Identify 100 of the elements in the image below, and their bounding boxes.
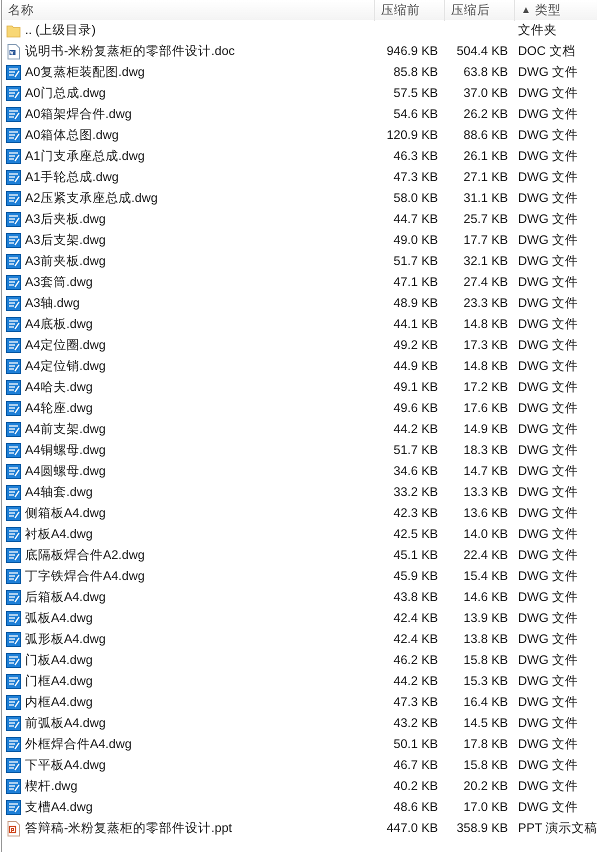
file-name[interactable]: A3前夹板.dwg xyxy=(25,252,106,270)
file-name[interactable]: A4铜螺母.dwg xyxy=(25,440,106,460)
file-name[interactable]: A0箱体总图.dwg xyxy=(25,126,119,144)
file-name[interactable]: A3套筒.dwg xyxy=(25,272,93,292)
size-after: 27.4 KB xyxy=(464,274,508,289)
file-type: PPT 演示文稿 xyxy=(518,820,597,835)
size-before: 42.4 KB xyxy=(394,632,438,646)
file-name[interactable]: A3后支架.dwg xyxy=(25,230,106,250)
file-name[interactable]: A4底板.dwg xyxy=(25,314,93,334)
drawing-file-icon xyxy=(5,252,22,270)
drawing-file-icon xyxy=(5,232,22,248)
drawing-file-icon xyxy=(5,526,22,542)
size-after: 17.7 KB xyxy=(464,232,508,247)
size-before: 85.8 KB xyxy=(394,64,438,79)
file-type: DWG 文件 xyxy=(518,568,578,583)
file-type: DWG 文件 xyxy=(518,64,578,79)
file-name[interactable]: A0门总成.dwg xyxy=(25,84,106,102)
file-name[interactable]: 下平板A4.dwg xyxy=(25,756,106,774)
size-before: 51.7 KB xyxy=(394,254,438,268)
file-name[interactable]: A0箱架焊合件.dwg xyxy=(25,104,132,124)
file-name[interactable]: A4轴套.dwg xyxy=(25,482,93,502)
file-name[interactable]: A2压紧支承座总成.dwg xyxy=(25,188,158,208)
size-after: 14.5 KB xyxy=(464,716,508,730)
file-name[interactable]: 答辩稿-米粉复蒸柜的零部件设计.ppt xyxy=(25,818,232,838)
file-type: DWG 文件 xyxy=(518,128,578,142)
size-after: 88.6 KB xyxy=(464,128,508,142)
size-before: 43.2 KB xyxy=(394,716,438,730)
size-after: 37.0 KB xyxy=(464,86,508,100)
file-name[interactable]: 前弧板A4.dwg xyxy=(25,714,106,732)
file-type: 文件夹 xyxy=(518,22,557,37)
file-name[interactable]: .. (上级目录) xyxy=(25,20,96,40)
file-name[interactable]: A1手轮总成.dwg xyxy=(25,168,119,186)
file-name[interactable]: 内框A4.dwg xyxy=(25,692,93,712)
size-after: 23.3 KB xyxy=(464,296,508,310)
drawing-file-icon xyxy=(5,672,22,690)
drawing-file-icon xyxy=(5,106,22,122)
drawing-file-icon xyxy=(5,420,22,438)
file-type: DWG 文件 xyxy=(518,758,578,772)
file-name[interactable]: 门板A4.dwg xyxy=(25,650,93,670)
size-after: 63.8 KB xyxy=(464,64,508,79)
size-after: 15.8 KB xyxy=(464,652,508,667)
file-name[interactable]: 弧形板A4.dwg xyxy=(25,630,106,648)
file-name[interactable]: A4轮座.dwg xyxy=(25,398,93,418)
size-before: 43.8 KB xyxy=(394,590,438,604)
file-name[interactable]: A4哈夫.dwg xyxy=(25,378,93,396)
file-type: DWG 文件 xyxy=(518,296,578,310)
size-before: 447.0 KB xyxy=(386,820,438,835)
file-name[interactable]: A4前支架.dwg xyxy=(25,420,106,438)
file-name[interactable]: A0复蒸柜装配图.dwg xyxy=(25,62,145,82)
drawing-file-icon xyxy=(5,694,22,710)
column-header[interactable]: 压缩后 xyxy=(444,0,514,21)
file-type: DWG 文件 xyxy=(518,610,578,625)
size-before: 44.7 KB xyxy=(394,212,438,226)
file-type: DWG 文件 xyxy=(518,170,578,184)
file-type: DWG 文件 xyxy=(518,106,578,121)
file-name[interactable]: 侧箱板A4.dwg xyxy=(25,504,106,522)
size-after: 22.4 KB xyxy=(464,548,508,562)
drawing-file-icon xyxy=(5,190,22,206)
drawing-file-icon xyxy=(5,736,22,752)
drawing-file-icon xyxy=(5,778,22,794)
file-name[interactable]: 外框焊合件A4.dwg xyxy=(25,734,132,754)
file-name[interactable]: 丁字铁焊合件A4.dwg xyxy=(25,566,145,586)
size-after: 358.9 KB xyxy=(456,820,508,835)
file-type: DWG 文件 xyxy=(518,148,578,163)
file-type: DWG 文件 xyxy=(518,338,578,352)
file-type: DWG 文件 xyxy=(518,86,578,100)
file-name[interactable]: 支槽A4.dwg xyxy=(25,798,93,816)
size-after: 26.1 KB xyxy=(464,148,508,163)
column-header[interactable]: 名称 xyxy=(2,0,374,21)
size-before: 48.6 KB xyxy=(394,800,438,814)
size-after: 15.3 KB xyxy=(464,674,508,688)
drawing-file-icon xyxy=(5,484,22,500)
file-name[interactable]: 后箱板A4.dwg xyxy=(25,588,106,606)
size-after: 17.8 KB xyxy=(464,736,508,751)
file-name[interactable]: 衬板A4.dwg xyxy=(25,524,93,544)
size-before: 42.5 KB xyxy=(394,526,438,541)
file-name[interactable]: 门框A4.dwg xyxy=(25,672,93,690)
file-name[interactable]: A4圆螺母.dwg xyxy=(25,462,106,480)
file-name[interactable]: A4定位圈.dwg xyxy=(25,336,106,354)
file-name[interactable]: A3轴.dwg xyxy=(25,294,80,312)
file-type: DWG 文件 xyxy=(518,632,578,646)
file-name[interactable]: 说明书-米粉复蒸柜的零部件设计.doc xyxy=(25,42,235,60)
file-name[interactable]: A4定位销.dwg xyxy=(25,356,106,376)
size-before: 44.9 KB xyxy=(394,358,438,373)
column-header[interactable]: ▲ 类型 xyxy=(514,0,597,21)
file-name[interactable]: 弧板A4.dwg xyxy=(25,608,93,628)
column-header[interactable]: 压缩前 xyxy=(374,0,444,21)
file-type: DWG 文件 xyxy=(518,800,578,814)
file-name[interactable]: 底隔板焊合件A2.dwg xyxy=(25,546,145,564)
file-type: DWG 文件 xyxy=(518,380,578,394)
size-after: 14.7 KB xyxy=(464,464,508,478)
drawing-file-icon xyxy=(5,126,22,144)
size-before: 58.0 KB xyxy=(394,190,438,205)
drawing-file-icon xyxy=(5,610,22,626)
file-name[interactable]: A3后夹板.dwg xyxy=(25,210,106,228)
file-name[interactable]: A1门支承座总成.dwg xyxy=(25,146,145,166)
size-after: 15.8 KB xyxy=(464,758,508,772)
drawing-file-icon xyxy=(5,630,22,648)
size-after: 17.0 KB xyxy=(464,800,508,814)
file-name[interactable]: 楔杆.dwg xyxy=(25,776,78,796)
